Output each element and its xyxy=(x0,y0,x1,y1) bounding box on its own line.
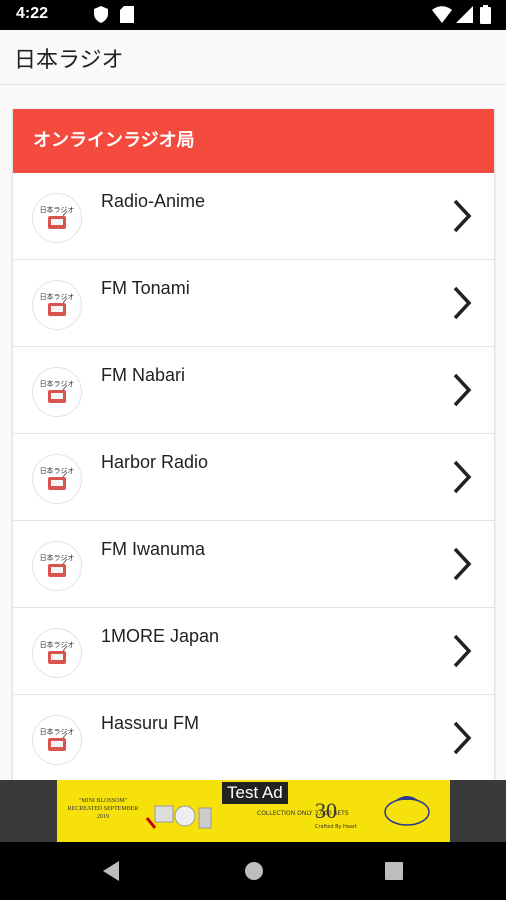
sd-card-icon xyxy=(120,6,134,23)
station-name: Radio-Anime xyxy=(101,191,206,211)
chevron-right-icon xyxy=(453,721,472,755)
home-icon[interactable] xyxy=(244,861,264,881)
station-logo: 日本ラジオ xyxy=(32,454,82,504)
ad-product-image xyxy=(145,805,212,829)
nav-bar xyxy=(0,842,506,900)
battery-icon xyxy=(480,5,491,24)
station-item[interactable]: 日本ラジオ FM Iwanuma xyxy=(13,521,494,608)
station-card: オンラインラジオ局 日本ラジオ Radio-Anime 日本ラジオ FM Tonami… xyxy=(13,109,494,780)
chevron-right-icon xyxy=(453,286,472,320)
station-item[interactable]: 日本ラジオ FM Nabari xyxy=(13,347,494,434)
app-bar: 日本ラジオ xyxy=(0,30,506,85)
station-logo: 日本ラジオ xyxy=(32,280,82,330)
station-name: FM Tonami xyxy=(101,278,190,298)
ad-bar: "MINI BLOSSOM" RECREATED SEPTEMBER 2019 … xyxy=(0,780,506,842)
test-ad-badge: Test Ad xyxy=(222,782,288,804)
station-item[interactable]: 日本ラジオ Radio-Anime xyxy=(13,173,494,260)
svg-text:日本ラジオ: 日本ラジオ xyxy=(40,640,75,649)
ad-crest-logo xyxy=(384,796,430,826)
station-name: FM Nabari xyxy=(101,365,186,385)
station-logo: 日本ラジオ xyxy=(32,541,82,591)
status-time: 4:22 xyxy=(16,5,49,22)
station-logo: 日本ラジオ xyxy=(32,193,82,243)
svg-text:日本ラジオ: 日本ラジオ xyxy=(40,727,75,736)
app-title: 日本ラジオ xyxy=(14,48,124,73)
chevron-right-icon xyxy=(453,373,472,407)
signal-icon xyxy=(456,6,473,23)
svg-text:日本ラジオ: 日本ラジオ xyxy=(40,292,75,301)
station-item[interactable]: 日本ラジオ Harbor Radio xyxy=(13,434,494,521)
card-header: オンラインラジオ局 xyxy=(13,109,494,173)
chevron-right-icon xyxy=(453,460,472,494)
station-logo: 日本ラジオ xyxy=(32,367,82,417)
chevron-right-icon xyxy=(453,634,472,668)
back-icon[interactable] xyxy=(101,861,121,881)
wifi-icon xyxy=(432,6,452,23)
station-item[interactable]: 日本ラジオ Hassuru FM xyxy=(13,695,494,780)
svg-text:日本ラジオ: 日本ラジオ xyxy=(40,466,75,475)
station-name: FM Iwanuma xyxy=(101,539,206,559)
chevron-right-icon xyxy=(453,547,472,581)
station-item[interactable]: 日本ラジオ 1MORE Japan xyxy=(13,608,494,695)
status-bar: 4:22 xyxy=(0,0,506,30)
svg-text:日本ラジオ: 日本ラジオ xyxy=(40,205,75,214)
station-item[interactable]: 日本ラジオ FM Tonami xyxy=(13,260,494,347)
station-logo: 日本ラジオ xyxy=(32,715,82,765)
station-logo: 日本ラジオ xyxy=(32,628,82,678)
recents-icon[interactable] xyxy=(385,861,403,881)
chevron-right-icon xyxy=(453,199,472,233)
ad-banner[interactable]: "MINI BLOSSOM" RECREATED SEPTEMBER 2019 … xyxy=(57,780,450,842)
station-name: 1MORE Japan xyxy=(101,626,220,646)
shield-icon xyxy=(94,6,108,23)
station-name: Hassuru FM xyxy=(101,713,200,733)
ad-30-logo: 30 Crafted By Heart xyxy=(315,798,357,830)
svg-text:日本ラジオ: 日本ラジオ xyxy=(40,379,75,388)
station-list: 日本ラジオ Radio-Anime 日本ラジオ FM Tonami 日本ラジオ FM Na… xyxy=(13,173,494,780)
station-name: Harbor Radio xyxy=(101,452,209,472)
svg-text:日本ラジオ: 日本ラジオ xyxy=(40,553,75,562)
ad-text-left: "MINI BLOSSOM" RECREATED SEPTEMBER 2019 xyxy=(67,798,139,820)
